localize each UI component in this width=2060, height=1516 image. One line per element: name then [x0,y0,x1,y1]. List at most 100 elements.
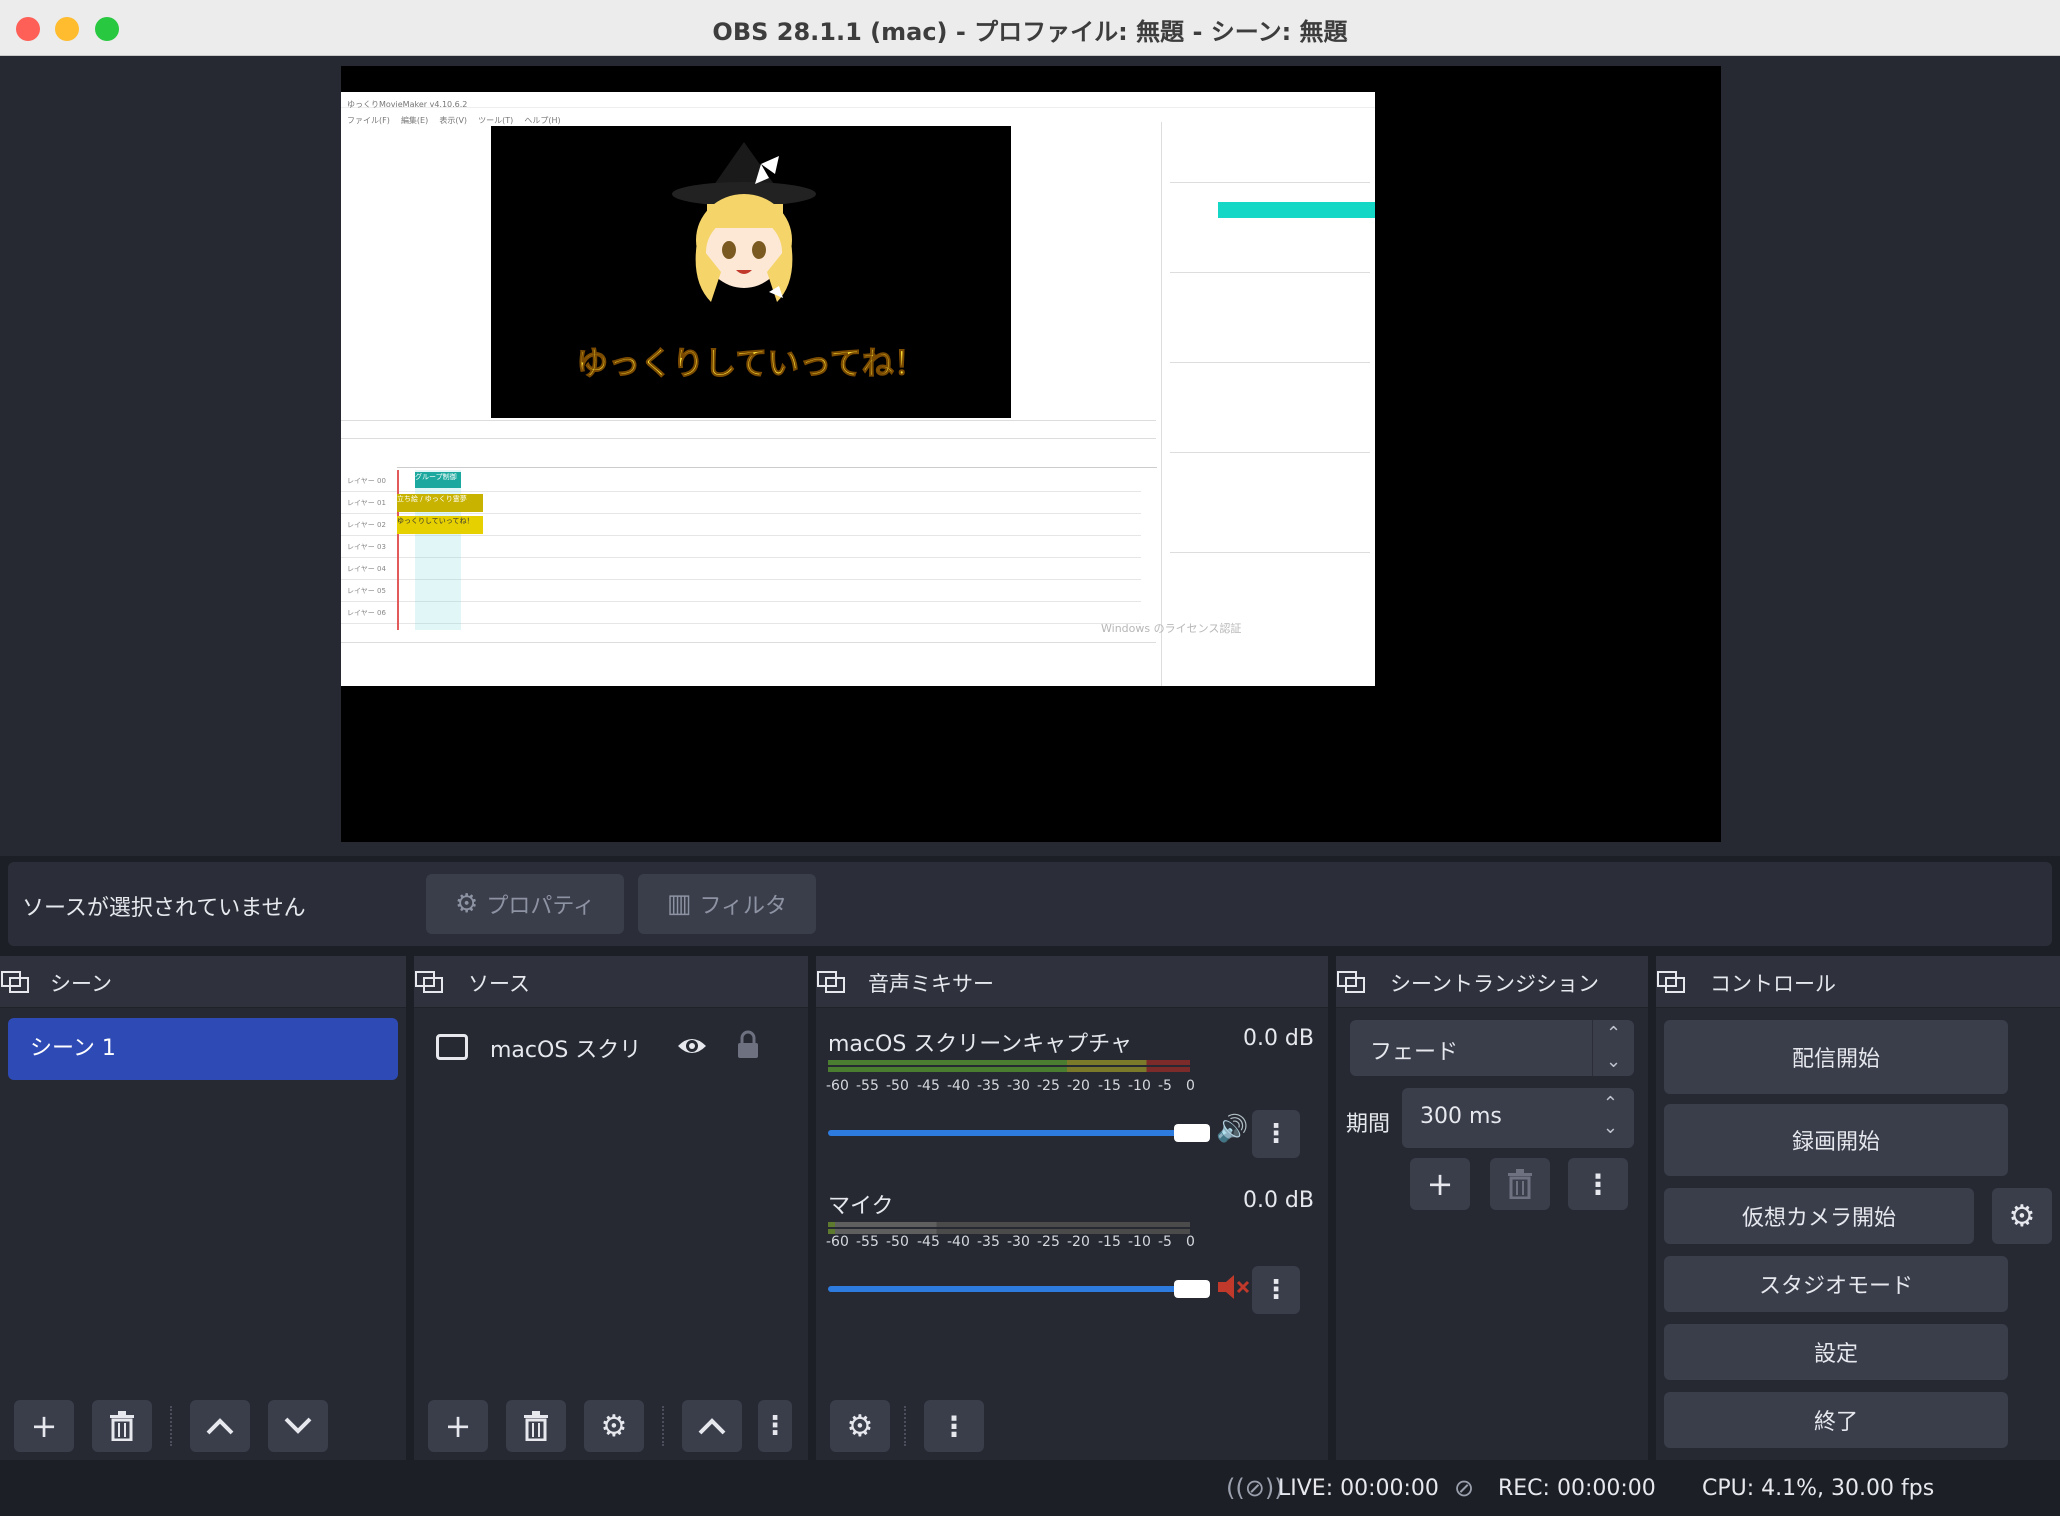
transition-type-value: フェード [1370,1040,1459,1065]
meter-tick-label: -5 [1158,1078,1172,1094]
item-color-swatch [1218,202,1375,218]
plus-icon: + [1426,1165,1454,1203]
chevron-up-icon [206,1418,234,1435]
volume-fader[interactable] [828,1130,1190,1136]
preview-area: ゆっくりMovieMaker v4.10.6.2 ファイル(F) 編集(E) 表… [0,56,2060,856]
meter-tick-label: -15 [1098,1078,1121,1094]
sources-title: ソース [468,972,530,996]
source-toolbar: ソースが選択されていません ⚙ プロパティ ▥ フィルタ [8,862,2052,946]
transitions-title: シーントランジション [1390,972,1599,996]
start-streaming-button[interactable]: 配信開始 [1664,1020,2008,1094]
spin-arrows-icon[interactable]: ⌃ ⌄ [1603,1092,1618,1140]
fader-handle[interactable] [1174,1124,1210,1142]
move-scene-down-button[interactable] [268,1400,328,1452]
sources-dock-header: ソース [414,956,808,1008]
kebab-icon: ⋮ [1263,1119,1289,1149]
lock-icon[interactable] [736,1030,760,1060]
start-recording-button[interactable]: 録画開始 [1664,1104,2008,1176]
start-virtual-camera-button[interactable]: 仮想カメラ開始 [1664,1188,1974,1244]
dock-float-icon[interactable] [0,968,30,996]
plus-icon: + [30,1407,58,1445]
meter-tick-label: -45 [917,1234,940,1250]
captured-menu-help: ヘルプ(H) [524,116,561,125]
property-divider [1170,452,1370,453]
exit-button[interactable]: 終了 [1664,1392,2008,1448]
remove-source-button[interactable] [506,1400,566,1452]
advanced-audio-properties-button[interactable]: ⚙ [830,1400,890,1452]
volume-meter [828,1060,1190,1074]
muted-speaker-icon[interactable] [1216,1272,1250,1302]
property-divider [1170,272,1370,273]
virtual-camera-settings-button[interactable]: ⚙ [1992,1188,2052,1244]
dock-float-icon[interactable] [816,968,846,996]
controls-title: コントロール [1710,972,1836,996]
captured-status-area [341,642,1156,686]
studio-mode-button[interactable]: スタジオモード [1664,1256,2008,1312]
meter-scale: -60 -55 -50 -45 -40 -35 -30 -25 -20 -15 -10 -5 0 [826,1234,1198,1250]
status-bar: ((⊘)) LIVE: 00:00:00 ⊘ REC: 00:00:00 CPU… [0,1462,2060,1516]
title-bar: OBS 28.1.1 (mac) - プロファイル: 無題 - シーン: 無題 [0,0,2060,56]
source-more-button[interactable]: ⋮ [758,1400,792,1452]
duration-spinbox[interactable]: 300 ms ⌃ ⌄ [1402,1088,1634,1148]
timeline-clip: グループ制御 [415,472,461,488]
gear-icon: ⚙ [600,1408,628,1444]
kebab-icon: ⋮ [1263,1275,1289,1305]
preview-canvas[interactable]: ゆっくりMovieMaker v4.10.6.2 ファイル(F) 編集(E) 表… [341,66,1721,842]
scene-item[interactable]: シーン 1 [8,1018,398,1080]
kebab-icon: ⋮ [762,1411,788,1441]
meter-tick-label: -15 [1098,1234,1121,1250]
properties-button[interactable]: ⚙ プロパティ [426,874,624,934]
rec-time: REC: 00:00:00 [1498,1476,1656,1501]
eye-icon[interactable] [676,1034,708,1058]
settings-button[interactable]: 設定 [1664,1324,2008,1380]
add-source-button[interactable]: + [428,1400,488,1452]
source-properties-button[interactable]: ⚙ [584,1400,644,1452]
mixer-title: 音声ミキサー [868,972,994,996]
track-label: レイヤー 03 [347,543,386,551]
filters-button[interactable]: ▥ フィルタ [638,874,816,934]
move-scene-up-button[interactable] [190,1400,250,1452]
meter-tick-label: -35 [977,1078,1000,1094]
dock-float-icon[interactable] [1656,968,1686,996]
source-item[interactable]: macOS スクリ [436,1026,806,1070]
meter-tick-label: -50 [886,1078,909,1094]
fader-handle[interactable] [1174,1280,1210,1298]
track-row: レイヤー 00 [341,470,1141,492]
meter-tick-label: -20 [1067,1078,1090,1094]
captured-window: ゆっくりMovieMaker v4.10.6.2 ファイル(F) 編集(E) 表… [341,92,1375,686]
track-row: レイヤー 03 [341,536,1141,558]
gear-icon: ⚙ [455,889,479,919]
add-transition-button[interactable]: + [1410,1158,1470,1210]
remove-scene-button[interactable] [92,1400,152,1452]
captured-timeline-toolbar [341,438,1156,454]
volume-fader[interactable] [828,1286,1190,1292]
mixer-dock-header: 音声ミキサー [816,956,1328,1008]
transition-type-select[interactable]: フェード ⌃ ⌄ [1350,1020,1634,1076]
meter-tick-label: 0 [1186,1078,1195,1094]
captured-playback-controls [341,420,1156,436]
meter-tick-label: -45 [917,1078,940,1094]
track-row: レイヤー 04 [341,558,1141,580]
duration-value: 300 ms [1420,1104,1502,1129]
window-title: OBS 28.1.1 (mac) - プロファイル: 無題 - シーン: 無題 [712,18,1348,46]
timeline-clip: ゆっくりしていってね！ [397,516,483,534]
filter-icon: ▥ [666,889,692,919]
meter-tick-label: -10 [1128,1234,1151,1250]
dock-float-icon[interactable] [1336,968,1366,996]
channel-menu-button[interactable]: ⋮ [1252,1266,1300,1314]
track-row: レイヤー 05 [341,580,1141,602]
gears-icon: ⚙ [846,1408,874,1444]
mixer-menu-button[interactable]: ⋮ [924,1400,984,1452]
speaker-icon[interactable]: 🔊 [1216,1114,1248,1144]
stream-status-icon: ((⊘)) [1226,1474,1284,1502]
track-label: レイヤー 02 [347,521,386,529]
dock-float-icon[interactable] [414,968,444,996]
transition-menu-button[interactable]: ⋮ [1568,1158,1628,1210]
move-source-up-button[interactable] [682,1400,742,1452]
meter-tick-label: -35 [977,1234,1000,1250]
channel-menu-button[interactable]: ⋮ [1252,1110,1300,1158]
add-scene-button[interactable]: + [14,1400,74,1452]
trash-icon [1508,1169,1532,1199]
remove-transition-button[interactable] [1490,1158,1550,1210]
captured-menu-file: ファイル(F) [347,116,390,125]
